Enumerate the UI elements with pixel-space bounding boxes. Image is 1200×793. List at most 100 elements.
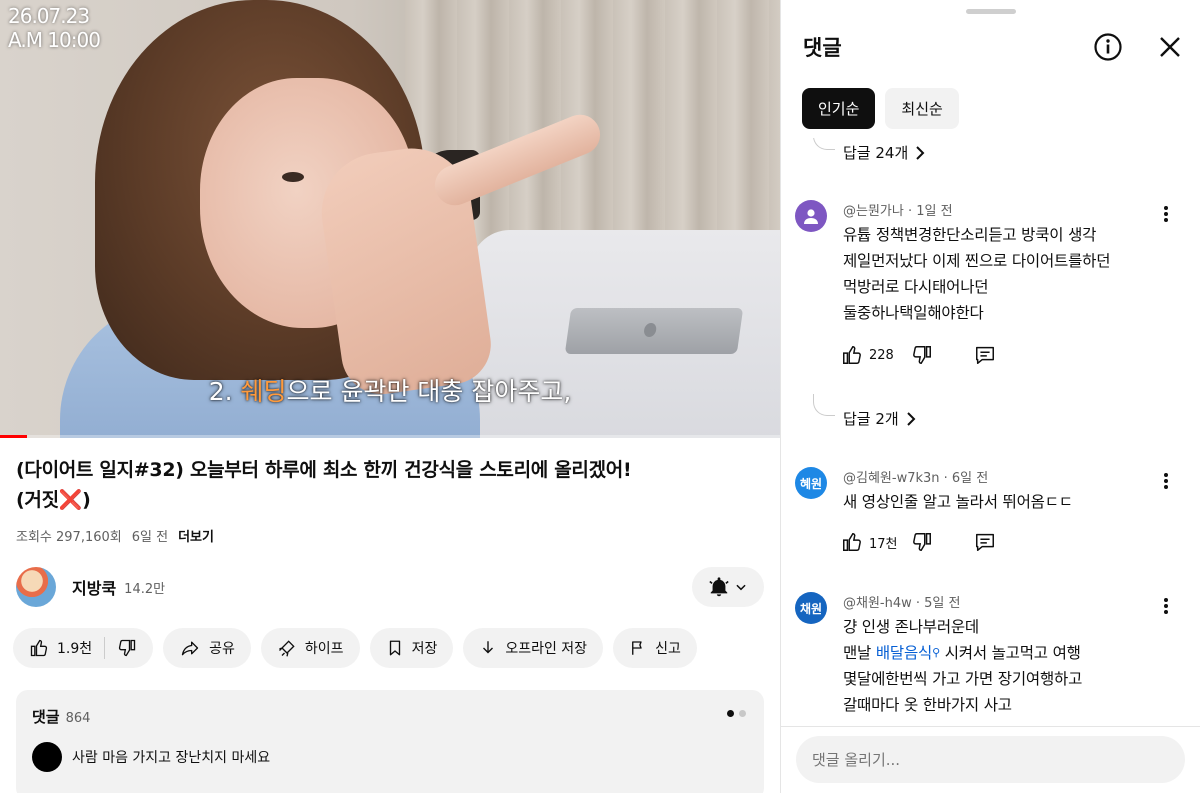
action-bar: 1.9천 공유 하이프 저장 오프라인 저장 신고 — [13, 628, 697, 668]
thread-connector — [813, 138, 835, 150]
video-progress-fill — [0, 435, 28, 438]
more-link[interactable]: 더보기 — [178, 526, 214, 545]
video-frame-laptop — [564, 308, 744, 354]
comments-preview-header: 댓글 864 — [32, 706, 90, 727]
subtitle-prefix: 2. — [208, 377, 241, 406]
hype-button[interactable]: 하이프 — [260, 628, 360, 668]
like-divider — [104, 637, 106, 659]
channel-row: 지방쿡 14.2만 — [16, 566, 764, 608]
comment-actions: 17천 — [841, 531, 997, 553]
sort-chips: 인기순 최신순 — [802, 88, 959, 129]
comment-text: 유튭 정책변경한단소리듣고 방쿡이 생각 제일먼저났다 이제 찐으로 다이어트를… — [843, 222, 1173, 326]
download-button[interactable]: 오프라인 저장 — [463, 628, 604, 668]
comment-line: 새 영상인줄 알고 놀라서 뛰어옴ㄷㄷ — [843, 493, 1073, 511]
info-icon[interactable] — [1093, 32, 1123, 62]
avatar[interactable] — [795, 200, 827, 232]
video-meta: 조회수 297,160회 6일 전 더보기 — [16, 526, 214, 545]
drag-handle[interactable] — [966, 9, 1016, 14]
reply-icon[interactable] — [973, 531, 997, 553]
like-count: 17천 — [869, 536, 898, 552]
comment-line: 유튭 정책변경한단소리듣고 방쿡이 생각 — [843, 226, 1097, 244]
bell-icon — [708, 576, 730, 598]
channel-name[interactable]: 지방쿡 — [72, 575, 116, 599]
comment-actions: 228 — [841, 344, 997, 366]
thumbs-down-icon[interactable] — [911, 531, 933, 553]
comment-author[interactable]: @김혜원-w7k3n · 6일 전 — [843, 467, 988, 486]
hype-rocket-icon — [277, 638, 297, 658]
subtitle-highlight: 쉐딩 — [240, 377, 287, 406]
like-dislike-button[interactable]: 1.9천 — [13, 628, 154, 668]
chevron-right-icon — [914, 145, 926, 160]
video-title-line1: (다이어트 일지#32) 오늘부터 하루에 최소 한끼 건강식을 스토리에 올리… — [16, 459, 632, 481]
like-count: 228 — [869, 347, 894, 363]
subtitle-rest: 으로 윤곽만 대충 잡아주고, — [286, 377, 572, 406]
save-label: 저장 — [411, 641, 438, 657]
thread-connector — [813, 394, 835, 416]
report-label: 신고 — [655, 641, 681, 657]
thumbs-up-icon[interactable] — [29, 638, 49, 658]
replies-link[interactable]: 답글 2개 — [843, 408, 917, 429]
video-frame-eye — [282, 172, 304, 182]
download-label: 오프라인 저장 — [505, 641, 588, 657]
more-options-icon[interactable] — [1163, 596, 1169, 616]
channel-avatar[interactable] — [16, 567, 56, 607]
chevron-right-icon — [905, 411, 917, 426]
thumbs-up-icon[interactable] — [841, 531, 863, 553]
save-button[interactable]: 저장 — [369, 628, 454, 668]
subscriber-count: 14.2만 — [124, 581, 166, 597]
comment-text-part: 시켜서 놀고먹고 여행 — [939, 644, 1081, 662]
screen: 26.07.23 A.M 10:00 2. 쉐딩으로 윤곽만 대충 잡아주고, … — [0, 0, 1200, 793]
avatar[interactable]: 채원 — [795, 592, 827, 624]
comment-line: 몇달에한번씩 가고 가면 장기여행하고 — [843, 670, 1083, 688]
comment-line: 맨날 배달음식⚲ 시켜서 놀고먹고 여행 — [843, 640, 1173, 666]
comments-preview-box[interactable]: 댓글 864 사람 마음 가지고 장난치지 마세요 — [16, 690, 764, 793]
hype-label: 하이프 — [304, 641, 344, 657]
video-subtitle: 2. 쉐딩으로 윤곽만 대충 잡아주고, — [0, 372, 780, 408]
thumbs-up-icon[interactable] — [841, 344, 863, 366]
comment-line: 먹방러로 다시태어나던 — [843, 278, 989, 296]
comment-line: 제일먼저났다 이제 찐으로 다이어트를하던 — [843, 252, 1111, 270]
comment-preview-row: 사람 마음 가지고 장난치지 마세요 — [32, 742, 270, 772]
video-player[interactable]: 26.07.23 A.M 10:00 2. 쉐딩으로 윤곽만 대충 잡아주고, — [0, 0, 780, 438]
comment-preview-text: 사람 마음 가지고 장난치지 마세요 — [72, 750, 271, 766]
comment-author[interactable]: @는뭔가나 · 1일 전 — [843, 200, 953, 219]
more-options-icon[interactable] — [1163, 204, 1169, 224]
report-button[interactable]: 신고 — [613, 628, 697, 668]
share-label: 공유 — [209, 641, 235, 657]
comment-composer — [781, 726, 1200, 793]
reply-icon[interactable] — [973, 344, 997, 366]
share-button[interactable]: 공유 — [163, 628, 251, 668]
sort-chip-popular[interactable]: 인기순 — [802, 88, 876, 129]
video-progress-bar[interactable] — [0, 435, 780, 438]
replies-label: 답글 24개 — [843, 144, 909, 162]
comment-text: 새 영상인줄 알고 놀라서 뛰어옴ㄷㄷ — [843, 489, 1173, 515]
bookmark-icon — [386, 638, 404, 658]
comment-text: 걍 인생 존나부러운데 맨날 배달음식⚲ 시켜서 놀고먹고 여행 몇달에한번씩 … — [843, 614, 1173, 718]
chevron-down-icon — [734, 580, 748, 594]
comment-text-part: 맨날 — [843, 644, 876, 662]
timestamp-date: 26.07.23 — [8, 4, 90, 28]
comment-line: 걍 인생 존나부러운데 — [843, 618, 979, 636]
avatar — [32, 742, 62, 772]
comment-author[interactable]: @채원-h4w · 5일 전 — [843, 592, 960, 611]
more-options-icon[interactable] — [1163, 471, 1169, 491]
sort-chip-newest[interactable]: 최신순 — [885, 88, 959, 129]
carousel-dots — [727, 710, 746, 717]
thumbs-down-icon[interactable] — [117, 638, 137, 658]
search-link[interactable]: 배달음식 — [876, 644, 932, 662]
like-count: 1.9천 — [57, 641, 93, 657]
flag-icon — [629, 638, 647, 658]
avatar[interactable]: 혜원 — [795, 467, 827, 499]
search-icon: ⚲ — [932, 646, 940, 659]
comments-panel: 댓글 인기순 최신순 답글 24개 @는뭔가나 · 1일 전 유튭 정책변경한단… — [780, 0, 1200, 793]
comment-input[interactable] — [796, 736, 1185, 783]
panel-title: 댓글 — [803, 36, 842, 60]
timestamp-time: A.M 10:00 — [8, 28, 101, 52]
close-icon[interactable] — [1157, 34, 1183, 60]
comment-line: 갈때마다 옷 한바가지 사고 — [843, 696, 1012, 714]
replies-link-top[interactable]: 답글 24개 — [843, 142, 926, 163]
comments-list[interactable]: 답글 24개 @는뭔가나 · 1일 전 유튭 정책변경한단소리듣고 방쿡이 생각… — [781, 138, 1200, 726]
download-icon — [479, 638, 497, 658]
notification-bell-button[interactable] — [692, 567, 764, 607]
thumbs-down-icon[interactable] — [911, 344, 933, 366]
